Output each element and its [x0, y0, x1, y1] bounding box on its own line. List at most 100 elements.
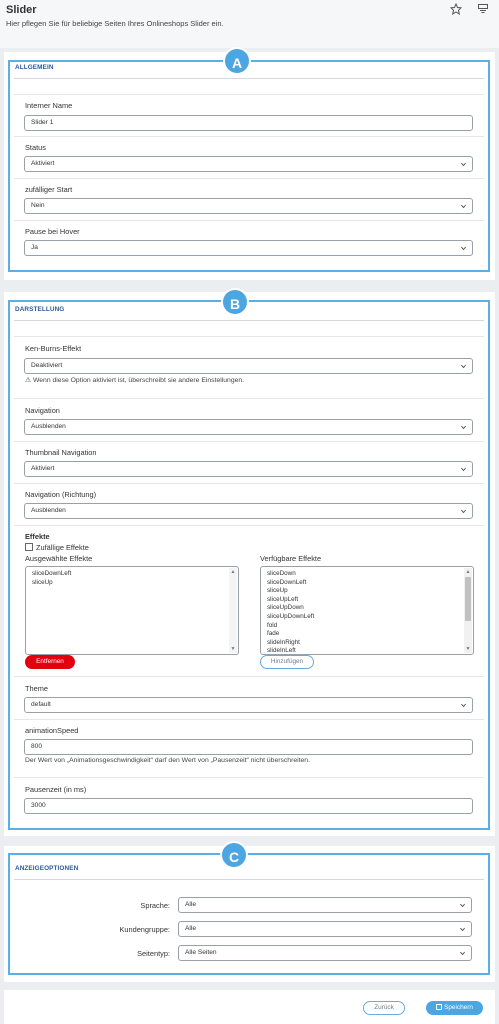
scroll-thumb[interactable] [465, 577, 471, 621]
badge-b: B [221, 288, 249, 316]
status-select[interactable]: Aktiviert [24, 156, 473, 172]
thumb-nav-value: Aktiviert [31, 465, 55, 472]
chevron-down-icon [459, 946, 467, 960]
customer-group-label: Kundengruppe: [119, 925, 170, 934]
row-divider [14, 441, 484, 442]
remove-button[interactable]: Entfernen [25, 655, 75, 669]
back-button[interactable]: Zurück [363, 1001, 405, 1015]
list-item[interactable]: sliceDownLeft [32, 570, 232, 579]
chevron-down-icon [459, 898, 467, 912]
allgemein-title: ALLGEMEIN [15, 64, 54, 71]
chevron-down-icon [460, 504, 468, 518]
list-item[interactable]: slideInRight [267, 639, 467, 648]
section-divider [14, 78, 484, 79]
save-button-label: Speichern [444, 1004, 473, 1011]
anim-speed-input[interactable]: 800 [24, 739, 473, 755]
selected-effects-label: Ausgewählte Effekte [25, 554, 93, 563]
list-item[interactable]: sliceUpLeft [267, 596, 467, 605]
customer-group-value: Alle [185, 925, 196, 932]
available-effects-list[interactable]: sliceDown sliceDownLeft sliceUp sliceUpL… [260, 566, 474, 655]
row-divider [14, 483, 484, 484]
pause-time-input[interactable]: 3000 [24, 798, 473, 814]
pause-time-label: Pausenzeit (in ms) [25, 785, 87, 794]
list-item[interactable]: sliceUpDown [267, 604, 467, 613]
layout-icon[interactable] [477, 3, 489, 15]
chevron-down-icon [460, 199, 468, 213]
customer-group-select[interactable]: Alle [178, 921, 472, 937]
section-divider [14, 879, 484, 880]
star-icon[interactable] [450, 3, 462, 15]
badge-a: A [223, 47, 251, 75]
anim-speed-label: animationSpeed [25, 726, 79, 735]
navigation-label: Navigation [25, 406, 60, 415]
nav-dir-label: Navigation (Richtung) [25, 490, 97, 499]
language-select[interactable]: Alle [178, 897, 472, 913]
page-type-label: Seitentyp: [137, 949, 170, 958]
scrollbar[interactable]: ▲ ▼ [229, 568, 237, 653]
list-item[interactable]: sliceUp [32, 579, 232, 588]
save-button[interactable]: Speichern [426, 1001, 483, 1015]
page-subtitle: Hier pflegen Sie für beliebige Seiten Ih… [6, 19, 224, 28]
row-divider [14, 178, 484, 179]
anim-speed-hint: Der Wert von „Animationsgeschwindigkeit“… [25, 757, 310, 764]
add-button[interactable]: Hinzufügen [260, 655, 314, 669]
row-divider [14, 398, 484, 399]
chevron-down-icon [460, 462, 468, 476]
nav-dir-value: Ausblenden [31, 507, 66, 514]
navigation-select[interactable]: Ausblenden [24, 419, 473, 435]
status-value: Aktiviert [31, 160, 55, 167]
chevron-down-icon [460, 698, 468, 712]
row-divider [14, 220, 484, 221]
status-label: Status [25, 143, 46, 152]
random-start-value: Nein [31, 202, 45, 209]
scrollbar[interactable]: ▲ ▼ [464, 568, 472, 653]
list-item[interactable]: sliceUp [267, 587, 467, 596]
scroll-down-icon[interactable]: ▼ [229, 645, 237, 653]
anzeige-title: ANZEIGEOPTIONEN [15, 865, 79, 872]
badge-c: C [220, 841, 248, 869]
available-effects-label: Verfügbare Effekte [260, 554, 322, 563]
ken-burns-hint: ⚠ Wenn diese Option aktiviert ist, übers… [25, 377, 245, 384]
random-start-select[interactable]: Nein [24, 198, 473, 214]
pause-hover-label: Pause bei Hover [25, 227, 80, 236]
effects-heading: Effekte [25, 532, 50, 541]
ken-burns-value: Deaktiviert [31, 362, 63, 369]
thumb-nav-label: Thumbnail Navigation [25, 448, 97, 457]
row-divider [14, 676, 484, 677]
language-value: Alle [185, 901, 196, 908]
list-item[interactable]: sliceUpDownLeft [267, 613, 467, 622]
internal-name-input[interactable]: Slider 1 [24, 115, 473, 131]
page-header: Slider Hier pflegen Sie für beliebige Se… [0, 0, 499, 48]
section-divider [14, 320, 484, 321]
scroll-up-icon[interactable]: ▲ [464, 568, 472, 576]
page-title: Slider [6, 4, 37, 16]
scroll-up-icon[interactable]: ▲ [229, 568, 237, 576]
pause-hover-value: Ja [31, 244, 38, 251]
page-type-value: Alle Seiten [185, 949, 217, 956]
scroll-down-icon[interactable]: ▼ [464, 645, 472, 653]
theme-select[interactable]: default [24, 697, 473, 713]
pause-hover-select[interactable]: Ja [24, 240, 473, 256]
chevron-down-icon [460, 359, 468, 373]
list-item[interactable]: fade [267, 630, 467, 639]
thumb-nav-select[interactable]: Aktiviert [24, 461, 473, 477]
list-item[interactable]: slideInLeft [267, 647, 467, 654]
selected-effects-list[interactable]: sliceDownLeft sliceUp ▲ ▼ [25, 566, 239, 655]
row-divider [14, 136, 484, 137]
chevron-down-icon [459, 922, 467, 936]
page-type-select[interactable]: Alle Seiten [178, 945, 472, 961]
navigation-value: Ausblenden [31, 423, 66, 430]
list-item[interactable]: sliceDownLeft [267, 579, 467, 588]
footer-bar [4, 990, 495, 1024]
row-divider [14, 336, 484, 337]
row-divider [14, 94, 484, 95]
nav-dir-select[interactable]: Ausblenden [24, 503, 473, 519]
list-item[interactable]: sliceDown [267, 570, 467, 579]
ken-burns-select[interactable]: Deaktiviert [24, 358, 473, 374]
chevron-down-icon [460, 157, 468, 171]
ken-burns-label: Ken-Burns-Effekt [25, 344, 82, 353]
list-item[interactable]: fold [267, 622, 467, 631]
theme-value: default [31, 701, 51, 708]
random-effects-checkbox[interactable] [25, 543, 33, 551]
save-icon [436, 1004, 443, 1010]
